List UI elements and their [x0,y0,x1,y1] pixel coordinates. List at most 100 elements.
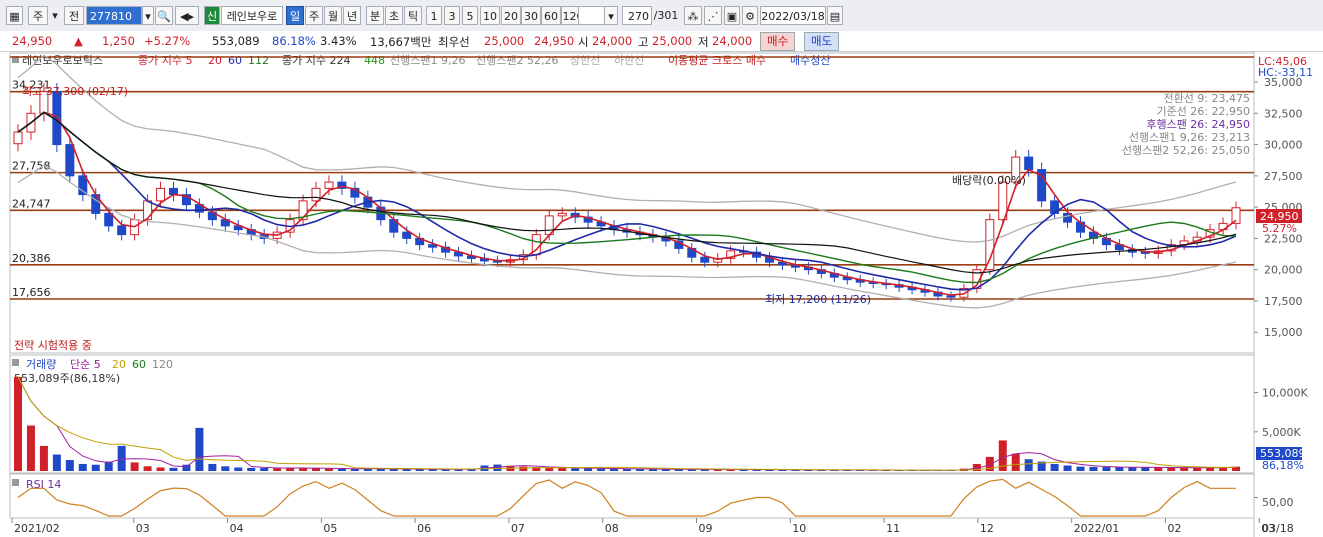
period-minute[interactable]: 분 [366,6,384,25]
x-tick-label: 03 [136,522,150,535]
info-chikou: 후행스팬 26: 24,950 [1146,118,1250,131]
low-price: 24,000 [712,34,753,48]
volume-ma5: 단순 5 [70,358,101,371]
price-tick-label: 30,000 [1264,139,1303,152]
company-name: 레인보우로 [221,6,283,25]
chart-icon[interactable]: ⋰ [704,6,722,25]
volume-box-pct: 86,18% [1262,459,1304,472]
volume-bar [156,467,165,471]
volume-layer: 10,000K 5,000K [14,376,1308,471]
open-price: 24,000 [592,34,633,48]
volume-ma120: 120 [152,358,173,371]
volume-bar [260,468,269,471]
period-second[interactable]: 초 [385,6,403,25]
count-input[interactable]: 270 [622,6,652,25]
max-note: 최고 37,300 (02/17) [22,85,128,98]
info-kijun: 기준선 26: 22,950 [1156,105,1250,118]
save-icon[interactable]: ▣ [724,6,740,25]
price-box-pct: 5.27% [1262,222,1297,235]
volume-bar [1024,459,1033,471]
candle-body [117,225,127,236]
interval-30[interactable]: 30 [521,6,541,25]
level-label: 17,656 [12,286,51,299]
interval-dropdown[interactable]: ▾ [604,6,618,25]
legend-ichimoku1: 선행스팬1 9,26 [390,54,465,67]
sell-button[interactable]: 매도 [804,32,840,51]
period-month[interactable]: 월 [324,6,342,25]
candle-body [156,187,166,202]
legend-ichimoku2: 선행스팬2 52,26 [476,54,558,67]
volume-bar [1089,466,1098,471]
interval-60[interactable]: 60 [541,6,561,25]
rsi-layer [17,478,1258,517]
volume-bar [1063,465,1072,471]
volume-ma60: 60 [132,358,146,371]
stock-code-input[interactable]: 277810 [86,6,142,25]
volume-tick-label: 5,000K [1262,426,1301,439]
volume-bar [1154,467,1163,471]
code-dropdown[interactable]: ▾ [142,6,154,25]
open-label: 시 [578,35,589,49]
volume-bar [182,464,191,471]
volume-bar [65,460,74,471]
volume-bar [610,468,619,471]
volume-bar [14,376,22,471]
period-year[interactable]: 년 [343,6,361,25]
interval-3[interactable]: 3 [444,6,460,25]
speaker-icon[interactable]: ◀▸ [175,6,199,25]
level-label: 20,386 [12,252,51,265]
volume-bar [1180,467,1189,471]
date-input[interactable]: 2022/03/18 [760,6,826,25]
interval-1[interactable]: 1 [426,6,442,25]
change-arrow: ▲ [74,34,83,48]
period-week[interactable]: 주 [305,6,323,25]
volume-bar [1115,467,1124,471]
volume-bar [39,445,48,471]
high-label: 고 [638,35,649,49]
candle-icon[interactable]: ⁂ [684,6,702,25]
chevron-down-icon[interactable]: ▾ [49,6,61,25]
volume-bar [247,467,256,471]
search-icon[interactable]: 🔍 [155,6,173,25]
best-label: 최우선 [438,35,470,49]
volume-ratio: 86.18% [272,34,316,48]
price-tick-label: 27,500 [1264,170,1303,183]
stock-chart[interactable]: 레인보우로보틱스 종가 지수 5 20 60 112 종가 지수 224 448… [0,51,1323,537]
legend-cross: 이동평균 크로스 매수 [668,54,766,67]
toolbar: ▦ 주 ▾ 전 277810 ▾ 🔍 ◀▸ 신 레인보우로 일 주 월 년 분 … [0,0,1323,32]
candle-body [402,231,412,239]
period-short-button[interactable]: 주 [28,6,48,25]
period-tick[interactable]: 틱 [404,6,422,25]
prev-button[interactable]: 전 [64,6,84,25]
volume-bar [273,468,282,471]
grid-icon[interactable]: ▦ [6,6,23,25]
buy-button[interactable]: 매수 [760,32,796,51]
volume-bar [208,463,217,471]
gear-icon[interactable]: ⚙ [742,6,758,25]
interval-20[interactable]: 20 [501,6,521,25]
calendar-icon[interactable]: ▤ [827,6,843,25]
volume-bar [1206,467,1215,471]
x-tick-label: 12 [980,522,994,535]
volume-bar [143,466,152,471]
volume-bar [91,464,100,471]
volume-tick-label: 10,000K [1262,387,1308,400]
volume-ma20: 20 [112,358,126,371]
level-label: 24,747 [12,197,51,210]
x-tick-label: 10 [792,522,806,535]
interval-10[interactable]: 10 [480,6,500,25]
candle-body [324,181,334,189]
volume-bar [1050,463,1059,471]
new-badge: 신 [204,6,220,25]
rsi-tick: 50,00 [1262,496,1294,509]
candle-body [946,295,956,298]
x-tick-label: 07 [511,522,525,535]
interval-5[interactable]: 5 [462,6,478,25]
quote-bar: 24,950 ▲ 1,250 +5.27% 553,089 86.18% 3.4… [0,31,1323,52]
price-tick-label: 20,000 [1264,264,1303,277]
volume-bar [1193,467,1202,471]
volume-bar [1167,467,1176,471]
x-tick-label: 11 [886,522,900,535]
period-day[interactable]: 일 [286,6,304,25]
volume-bar [1141,467,1150,471]
